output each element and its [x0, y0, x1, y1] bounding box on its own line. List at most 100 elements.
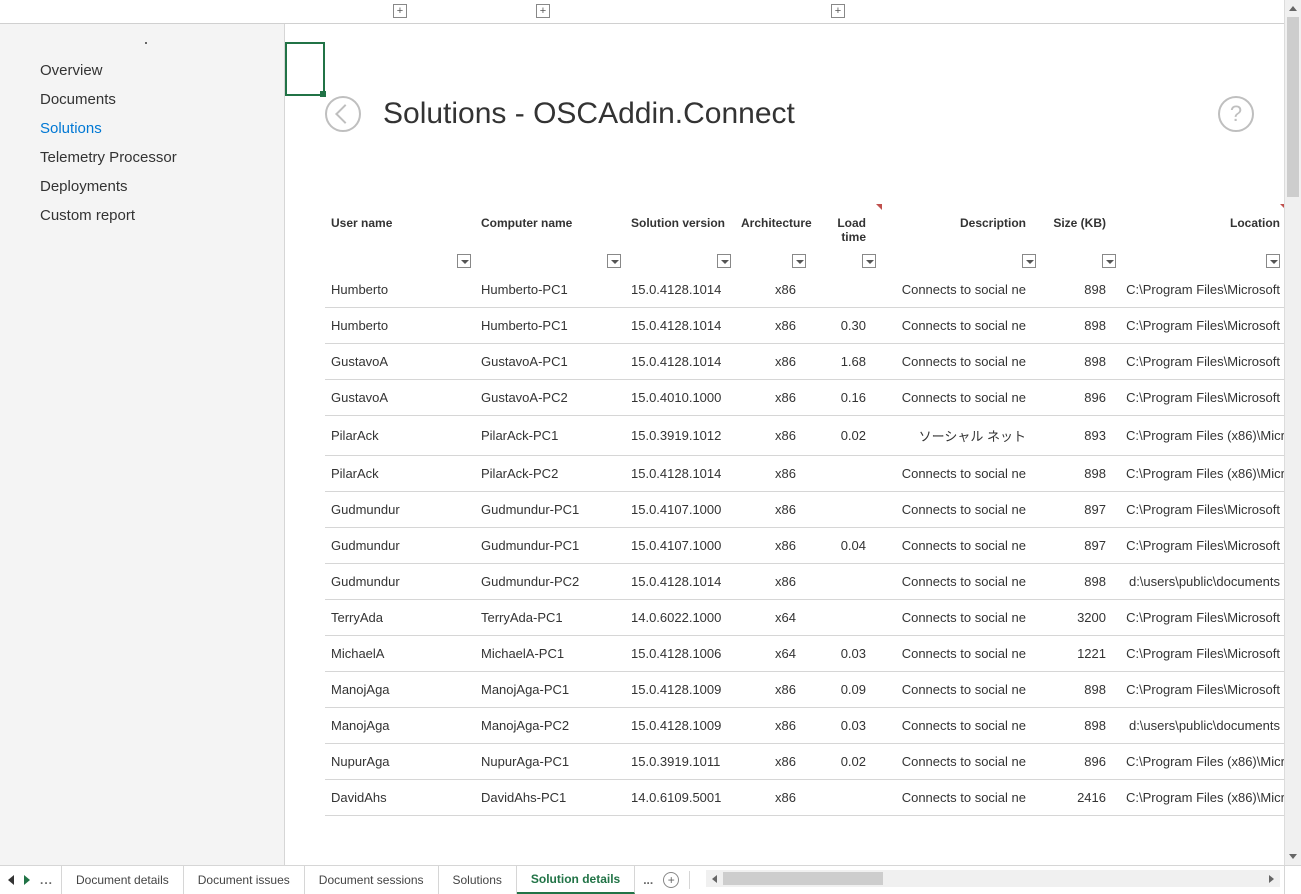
tab-solutions[interactable]: Solutions — [439, 866, 517, 894]
horizontal-scrollbar[interactable] — [706, 870, 1280, 887]
cell-desc[interactable]: Connects to social ne — [880, 780, 1040, 816]
scroll-down-arrow-icon[interactable] — [1285, 848, 1301, 865]
col-header-load-time[interactable]: Load time — [810, 204, 880, 272]
cell-load[interactable] — [810, 600, 880, 636]
cell-arch[interactable]: x86 — [735, 564, 810, 600]
cell-user[interactable]: Gudmundur — [325, 564, 475, 600]
scroll-up-arrow-icon[interactable] — [1285, 0, 1301, 17]
cell-arch[interactable]: x64 — [735, 636, 810, 672]
cell-desc[interactable]: Connects to social ne — [880, 308, 1040, 344]
cell-arch[interactable]: x86 — [735, 708, 810, 744]
col-header-architecture[interactable]: Architecture — [735, 204, 810, 272]
cell-load[interactable]: 0.03 — [810, 708, 880, 744]
cell-user[interactable]: ManojAga — [325, 708, 475, 744]
cell-arch[interactable]: x86 — [735, 492, 810, 528]
col-header-size-kb[interactable]: Size (KB) — [1040, 204, 1120, 272]
cell-ver[interactable]: 15.0.4128.1009 — [625, 672, 735, 708]
sidebar-item-overview[interactable]: Overview — [0, 56, 284, 85]
cell-ver[interactable]: 15.0.3919.1012 — [625, 416, 735, 456]
cell-load[interactable]: 0.30 — [810, 308, 880, 344]
cell-load[interactable]: 0.02 — [810, 416, 880, 456]
tab-document-sessions[interactable]: Document sessions — [305, 866, 439, 894]
cell-load[interactable]: 0.09 — [810, 672, 880, 708]
sidebar-item-solutions[interactable]: Solutions — [0, 114, 284, 143]
cell-comp[interactable]: PilarAck-PC1 — [475, 416, 625, 456]
cell-user[interactable]: DavidAhs — [325, 780, 475, 816]
filter-dropdown-icon[interactable] — [792, 254, 806, 268]
cell-user[interactable]: GustavoA — [325, 380, 475, 416]
cell-size[interactable]: 898 — [1040, 456, 1120, 492]
table-row[interactable]: GudmundurGudmundur-PC115.0.4107.1000x86C… — [325, 492, 1284, 528]
table-row[interactable]: NupurAgaNupurAga-PC115.0.3919.1011x860.0… — [325, 744, 1284, 780]
cell-ver[interactable]: 14.0.6109.5001 — [625, 780, 735, 816]
col-header-description[interactable]: Description — [880, 204, 1040, 272]
cell-ver[interactable]: 14.0.6022.1000 — [625, 600, 735, 636]
sheet-nav-more-icon[interactable]: ... — [40, 873, 53, 887]
cell-desc[interactable]: Connects to social ne — [880, 600, 1040, 636]
filter-dropdown-icon[interactable] — [1102, 254, 1116, 268]
cell-size[interactable]: 893 — [1040, 416, 1120, 456]
cell-ver[interactable]: 15.0.4128.1009 — [625, 708, 735, 744]
outline-expand-3[interactable]: + — [831, 4, 845, 18]
tab-document-issues[interactable]: Document issues — [184, 866, 305, 894]
cell-size[interactable]: 897 — [1040, 528, 1120, 564]
cell-comp[interactable]: Gudmundur-PC1 — [475, 528, 625, 564]
cell-size[interactable]: 898 — [1040, 308, 1120, 344]
cell-loc[interactable]: C:\Program Files\Microsoft — [1120, 272, 1284, 308]
more-tabs-icon[interactable]: ... — [643, 873, 653, 887]
cell-ver[interactable]: 15.0.4107.1000 — [625, 492, 735, 528]
cell-load[interactable] — [810, 492, 880, 528]
cell-loc[interactable]: C:\Program Files (x86)\Micr — [1120, 416, 1284, 456]
cell-size[interactable]: 896 — [1040, 744, 1120, 780]
tab-document-details[interactable]: Document details — [62, 866, 184, 894]
cell-desc[interactable]: Connects to social ne — [880, 344, 1040, 380]
cell-loc[interactable]: C:\Program Files\Microsoft — [1120, 492, 1284, 528]
cell-load[interactable]: 0.02 — [810, 744, 880, 780]
sheet-nav-prev-icon[interactable] — [8, 875, 14, 885]
cell-loc[interactable]: C:\Program Files\Microsoft — [1120, 380, 1284, 416]
table-row[interactable]: ManojAgaManojAga-PC115.0.4128.1009x860.0… — [325, 672, 1284, 708]
cell-load[interactable] — [810, 456, 880, 492]
col-header-solution-version[interactable]: Solution version — [625, 204, 735, 272]
cell-desc[interactable]: Connects to social ne — [880, 564, 1040, 600]
table-row[interactable]: PilarAckPilarAck-PC115.0.3919.1012x860.0… — [325, 416, 1284, 456]
cell-user[interactable]: Humberto — [325, 308, 475, 344]
cell-loc[interactable]: C:\Program Files\Microsoft — [1120, 636, 1284, 672]
table-row[interactable]: GudmundurGudmundur-PC115.0.4107.1000x860… — [325, 528, 1284, 564]
cell-ver[interactable]: 15.0.4128.1006 — [625, 636, 735, 672]
table-row[interactable]: HumbertoHumberto-PC115.0.4128.1014x860.3… — [325, 308, 1284, 344]
cell-arch[interactable]: x86 — [735, 780, 810, 816]
scroll-thumb[interactable] — [1287, 17, 1299, 197]
cell-desc[interactable]: Connects to social ne — [880, 492, 1040, 528]
cell-user[interactable]: TerryAda — [325, 600, 475, 636]
cell-arch[interactable]: x86 — [735, 456, 810, 492]
cell-size[interactable]: 3200 — [1040, 600, 1120, 636]
cell-comp[interactable]: ManojAga-PC1 — [475, 672, 625, 708]
col-header-computer-name[interactable]: Computer name — [475, 204, 625, 272]
cell-comp[interactable]: PilarAck-PC2 — [475, 456, 625, 492]
vertical-scrollbar[interactable] — [1284, 0, 1301, 865]
cell-user[interactable]: ManojAga — [325, 672, 475, 708]
sidebar-item-documents[interactable]: Documents — [0, 85, 284, 114]
cell-loc[interactable]: C:\Program Files\Microsoft — [1120, 528, 1284, 564]
cell-comp[interactable]: GustavoA-PC1 — [475, 344, 625, 380]
cell-loc[interactable]: C:\Program Files\Microsoft — [1120, 672, 1284, 708]
cell-user[interactable]: Gudmundur — [325, 528, 475, 564]
cell-comp[interactable]: Humberto-PC1 — [475, 308, 625, 344]
cell-desc[interactable]: Connects to social ne — [880, 672, 1040, 708]
cell-comp[interactable]: Gudmundur-PC2 — [475, 564, 625, 600]
outline-expand-1[interactable]: + — [393, 4, 407, 18]
cell-comp[interactable]: TerryAda-PC1 — [475, 600, 625, 636]
cell-load[interactable]: 1.68 — [810, 344, 880, 380]
cell-user[interactable]: MichaelA — [325, 636, 475, 672]
cell-desc[interactable]: Connects to social ne — [880, 636, 1040, 672]
tab-solution-details[interactable]: Solution details — [517, 866, 635, 894]
scroll-left-arrow-icon[interactable] — [706, 870, 723, 887]
cell-arch[interactable]: x86 — [735, 272, 810, 308]
cell-size[interactable]: 898 — [1040, 344, 1120, 380]
cell-user[interactable]: Humberto — [325, 272, 475, 308]
cell-user[interactable]: NupurAga — [325, 744, 475, 780]
cell-desc[interactable]: Connects to social ne — [880, 380, 1040, 416]
active-cell-indicator[interactable] — [285, 42, 325, 96]
cell-arch[interactable]: x86 — [735, 416, 810, 456]
